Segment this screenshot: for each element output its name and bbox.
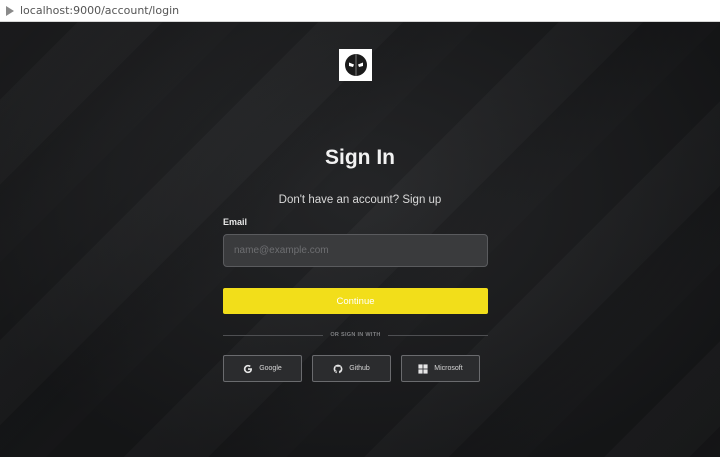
signup-prompt-text: Don't have an account?: [278, 194, 400, 206]
play-icon: [6, 5, 14, 16]
google-signin-button[interactable]: Google: [223, 355, 302, 382]
divider-text: OR SIGN IN WITH: [330, 332, 381, 338]
github-label: Github: [349, 365, 370, 372]
mask-logo-icon: [344, 54, 367, 76]
microsoft-label: Microsoft: [434, 365, 463, 372]
or-divider: OR SIGN IN WITH: [223, 330, 488, 340]
email-label: Email: [223, 217, 248, 227]
email-field[interactable]: [223, 234, 488, 267]
google-icon: [244, 364, 253, 373]
divider-line-right: [387, 334, 488, 336]
google-label: Google: [259, 365, 282, 372]
app-logo: [339, 49, 372, 81]
signup-prompt: Don't have an account? Sign up: [0, 194, 720, 206]
github-signin-button[interactable]: Github: [312, 355, 391, 382]
microsoft-icon: [418, 363, 428, 374]
browser-address-bar[interactable]: localhost:9000/account/login: [0, 0, 720, 22]
github-icon: [333, 364, 343, 373]
microsoft-signin-button[interactable]: Microsoft: [401, 355, 480, 382]
address-url[interactable]: localhost:9000/account/login: [20, 4, 179, 17]
login-page: Sign In Don't have an account? Sign up E…: [0, 22, 720, 457]
continue-button[interactable]: Continue: [223, 288, 488, 314]
divider-line-left: [223, 334, 324, 336]
page-title: Sign In: [325, 146, 395, 169]
signup-link[interactable]: Sign up: [402, 194, 441, 206]
